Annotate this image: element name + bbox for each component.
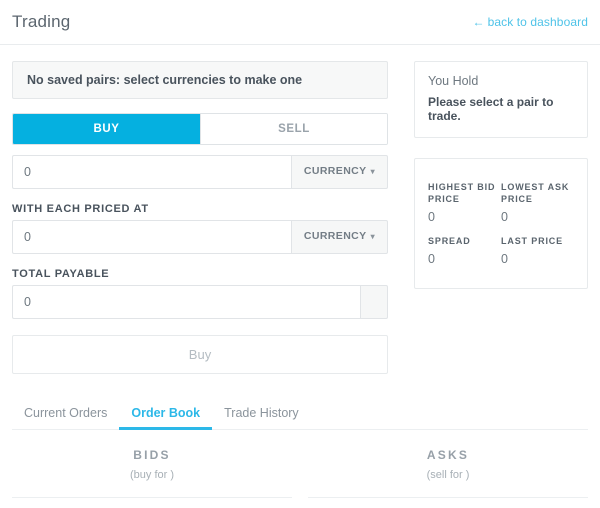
holdings-title: You Hold — [428, 74, 479, 88]
stat-value: 0 — [501, 210, 508, 225]
price-field-label: WITH EACH PRICED AT — [12, 203, 149, 215]
price-input-group: CURRENCY▾ — [12, 220, 388, 254]
asks-subtitle: (sell for ) — [426, 469, 470, 481]
bids-heading: BIDS — [133, 448, 171, 462]
tab-current-orders[interactable]: Current Orders — [12, 400, 119, 430]
holdings-panel: You Hold Please select a pair to trade. — [414, 61, 588, 138]
stat-value: 0 — [428, 210, 435, 225]
no-saved-pairs-alert: No saved pairs: select currencies to mak… — [12, 61, 388, 99]
bids-subtitle: (buy for ) — [129, 469, 174, 481]
market-stats-grid: HIGHEST BID PRICE 0 LOWEST ASK PRICE 0 S… — [428, 181, 574, 266]
info-column: You Hold Please select a pair to trade. … — [414, 61, 588, 374]
total-payable-label: TOTAL PAYABLE — [12, 268, 110, 280]
submit-buy-button[interactable]: Buy — [12, 335, 388, 374]
stat-value: 0 — [501, 252, 508, 267]
chevron-down-icon: ▾ — [370, 166, 375, 176]
order-book: BIDS (buy for ) ASKS (sell for ) — [0, 448, 600, 499]
tab-order-book[interactable]: Order Book — [119, 400, 213, 430]
back-to-dashboard-label: back to dashboard — [487, 15, 588, 29]
stat-spread: SPREAD 0 — [428, 235, 501, 266]
total-payable-input-group — [12, 285, 388, 319]
arrow-left-icon: ← — [472, 15, 485, 29]
market-stats-panel: HIGHEST BID PRICE 0 LOWEST ASK PRICE 0 S… — [414, 158, 588, 290]
holdings-message: Please select a pair to trade. — [428, 95, 554, 123]
total-payable-input[interactable] — [12, 285, 360, 319]
amount-input[interactable] — [12, 155, 291, 189]
total-payable-currency-addon — [360, 285, 388, 319]
tab-bar: Current Orders Order Book Trade History — [12, 400, 588, 430]
price-currency-dropdown[interactable]: CURRENCY ▾ — [290, 220, 388, 254]
asks-heading: ASKS — [426, 448, 470, 462]
amount-currency-dropdown[interactable]: CURRENCY ▾ — [290, 155, 388, 189]
stat-last-price: LAST PRICE 0 — [501, 235, 574, 266]
tabs-section: Current Orders Order Book Trade History — [0, 400, 600, 430]
stat-value: 0 — [428, 252, 435, 267]
stat-label: SPREAD — [428, 236, 471, 247]
price-currency-label: CURRENCY — [303, 230, 367, 242]
page-title: Trading — [12, 12, 71, 31]
stat-lowest-ask-price: LOWEST ASK PRICE 0 — [501, 181, 574, 235]
chevron-down-icon: ▾ — [370, 231, 375, 241]
stat-highest-bid-price: HIGHEST BID PRICE 0 — [428, 181, 501, 235]
bids-divider — [12, 497, 292, 499]
bids-column: BIDS (buy for ) — [12, 448, 292, 499]
buy-sell-toggle: BUY SELL — [12, 113, 388, 145]
sell-tab-button[interactable]: SELL — [200, 114, 387, 144]
price-input[interactable] — [12, 220, 291, 254]
order-form-column: No saved pairs: select currencies to mak… — [12, 61, 388, 374]
page-header: Trading ← back to dashboard — [0, 0, 600, 45]
stat-label: LAST PRICE — [501, 236, 564, 247]
asks-divider — [308, 497, 588, 499]
asks-column: ASKS (sell for ) — [308, 448, 588, 499]
stat-label: LOWEST ASK PRICE — [501, 182, 570, 205]
main-content: No saved pairs: select currencies to mak… — [0, 45, 600, 374]
stat-label: HIGHEST BID PRICE — [428, 182, 496, 205]
amount-currency-label: CURRENCY — [303, 165, 367, 177]
back-to-dashboard-link[interactable]: ← back to dashboard — [472, 15, 588, 29]
tab-trade-history[interactable]: Trade History — [212, 400, 311, 430]
trading-page: Trading ← back to dashboard No saved pair… — [0, 0, 600, 508]
buy-tab-button[interactable]: BUY — [13, 114, 200, 144]
amount-input-group: CURRENCY▾ — [12, 155, 388, 189]
